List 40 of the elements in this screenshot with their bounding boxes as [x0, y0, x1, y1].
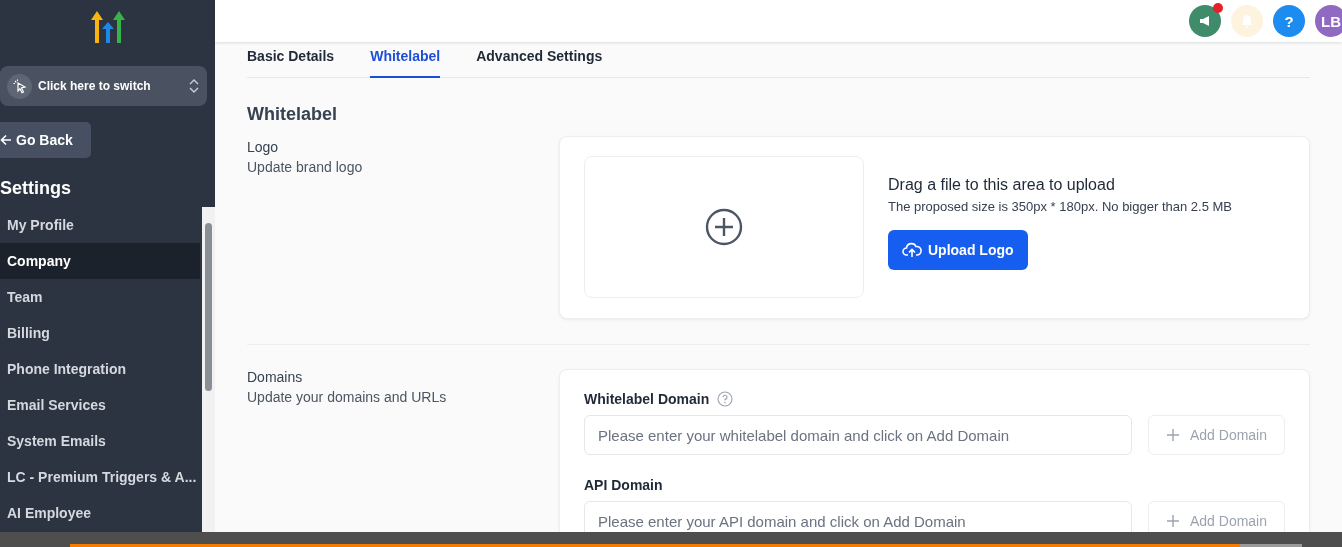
plus-circle-icon: [705, 208, 743, 246]
upload-title: Drag a file to this area to upload: [888, 176, 1116, 194]
scrollbar[interactable]: [202, 207, 215, 532]
sidebar-item[interactable]: LC - Premium Triggers & A...: [0, 459, 200, 495]
user-avatar[interactable]: LB: [1315, 5, 1342, 37]
domain-input[interactable]: Please enter your whitelabel domain and click on Add Domain: [584, 415, 1132, 455]
tab[interactable]: Advanced Settings: [476, 48, 603, 78]
cloud-upload-icon: [902, 242, 922, 258]
field-label: API Domain: [584, 477, 663, 493]
field-label: Whitelabel Domain: [584, 391, 710, 407]
upload-logo-button[interactable]: Upload Logo: [888, 230, 1028, 270]
logo-description: Update brand logo: [247, 159, 364, 175]
account-switcher[interactable]: Click here to switch: [0, 66, 207, 106]
megaphone-button[interactable]: [1189, 5, 1221, 37]
help-icon[interactable]: [717, 391, 734, 407]
plus-icon: [1165, 514, 1180, 528]
megaphone-icon: [1198, 14, 1212, 28]
sidebar-item[interactable]: My Profile: [0, 207, 200, 243]
sidebar-item[interactable]: AI Employee: [0, 495, 200, 531]
sidebar-item[interactable]: Email Services: [0, 387, 200, 423]
sidebar-title: Settings: [0, 178, 72, 199]
upload-hint: The proposed size is 350px * 180px. No bigger than 2.5 MB: [888, 199, 1232, 214]
plus-icon: [1165, 428, 1180, 442]
sidebar-item[interactable]: Company: [0, 243, 200, 279]
tab[interactable]: Basic Details: [247, 48, 335, 78]
bell-icon: [1240, 14, 1254, 28]
domain-input[interactable]: Please enter your API domain and click on Add Domain: [584, 501, 1132, 532]
domains-label: Domains: [247, 369, 304, 385]
arrow-left-icon: [0, 134, 12, 146]
sidebar-item[interactable]: System Emails: [0, 423, 200, 459]
sidebar-item[interactable]: Billing: [0, 315, 200, 351]
pointer-icon: [7, 73, 32, 99]
go-back-button[interactable]: Go Back: [0, 122, 91, 158]
section-title: Whitelabel: [247, 104, 338, 125]
sidebar-item[interactable]: Phone Integration: [0, 351, 200, 387]
chevron-updown-icon: [189, 78, 199, 94]
logo-label: Logo: [247, 139, 280, 155]
sidebar-item[interactable]: Team: [0, 279, 200, 315]
domains-description: Update your domains and URLs: [247, 389, 448, 405]
tab[interactable]: Whitelabel: [370, 48, 441, 78]
